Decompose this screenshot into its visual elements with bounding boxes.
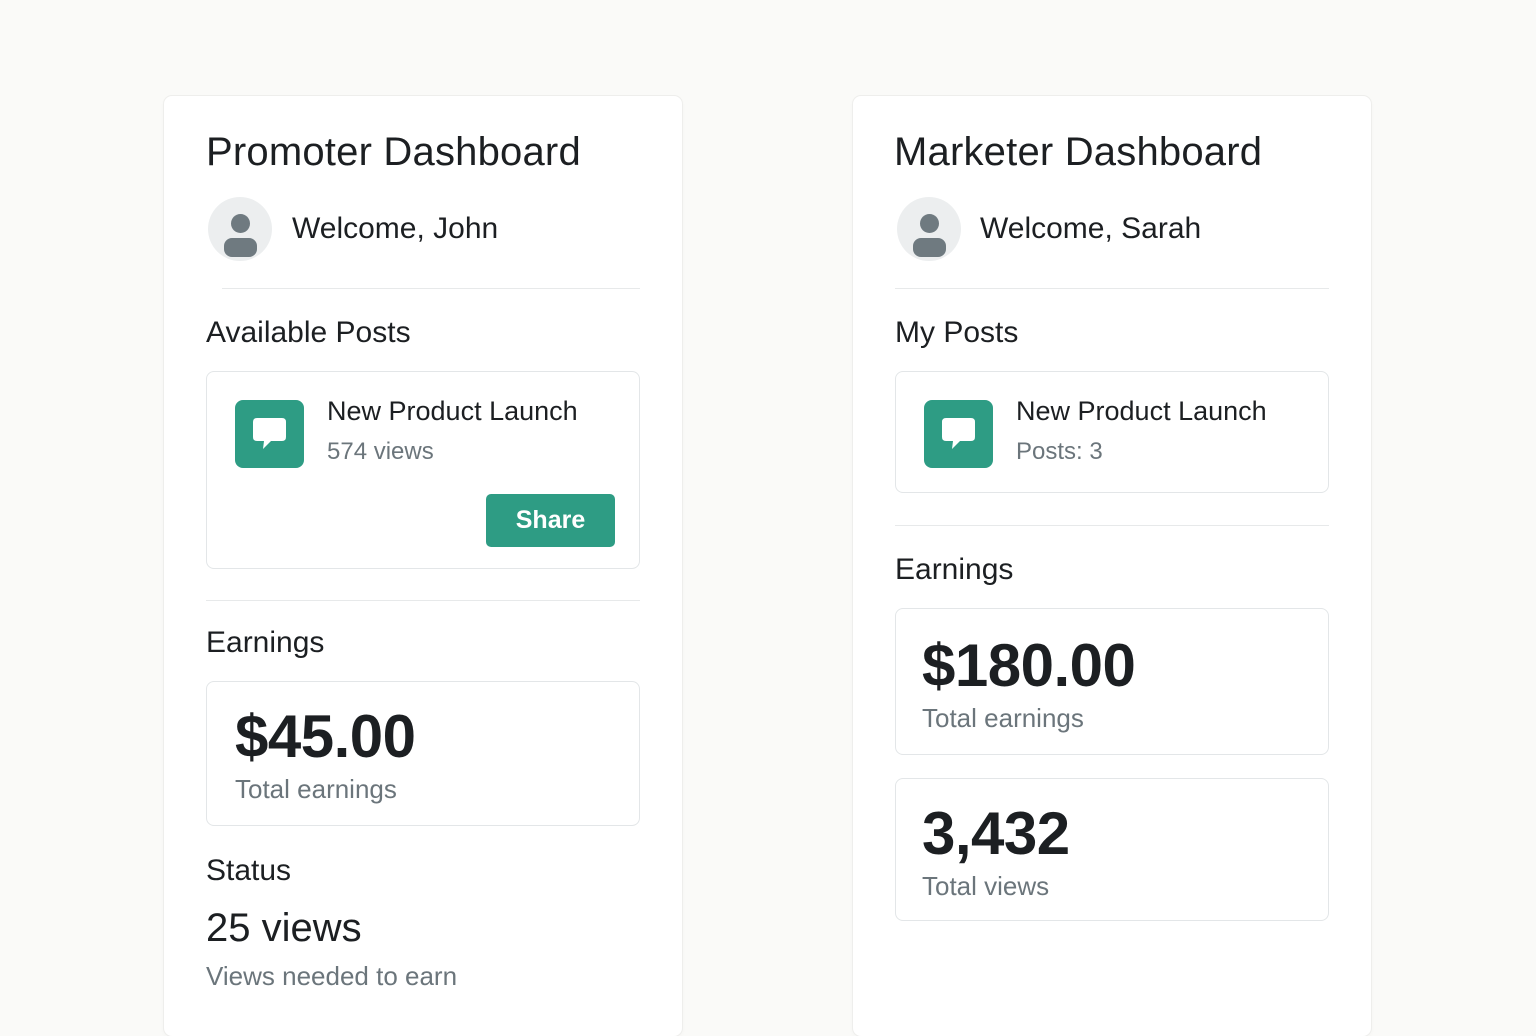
welcome-text: Welcome, Sarah xyxy=(980,212,1202,245)
post-card[interactable]: New Product Launch 574 views Share xyxy=(206,371,640,569)
divider xyxy=(222,288,640,289)
earnings-heading: Earnings xyxy=(206,626,325,659)
avatar-body xyxy=(224,238,257,257)
total-views-caption: Total views xyxy=(922,871,1050,901)
avatar xyxy=(897,197,961,261)
total-views-number: 3,432 xyxy=(922,800,1070,867)
earnings-amount: $45.00 xyxy=(235,703,416,770)
divider xyxy=(895,288,1329,289)
earnings-heading: Earnings xyxy=(895,553,1014,586)
status-heading: Status xyxy=(206,854,292,887)
divider xyxy=(206,600,640,601)
avatar xyxy=(208,197,272,261)
post-views: 574 views xyxy=(327,438,434,465)
earnings-caption: Total earnings xyxy=(922,703,1084,733)
views-card: 3,432 Total views xyxy=(895,778,1329,921)
promoter-dashboard-panel: Promoter Dashboard Welcome, John Availab… xyxy=(164,96,682,1036)
page-title: Marketer Dashboard xyxy=(894,130,1263,174)
avatar-head xyxy=(231,214,250,233)
welcome-text: Welcome, John xyxy=(292,212,499,245)
divider xyxy=(895,525,1329,526)
earnings-caption: Total earnings xyxy=(235,774,397,804)
post-count: Posts: 3 xyxy=(1016,438,1103,465)
post-card[interactable]: New Product Launch Posts: 3 xyxy=(895,371,1329,493)
page-title: Promoter Dashboard xyxy=(206,130,581,174)
status-caption: Views needed to earn xyxy=(206,961,458,991)
status-views: 25 views xyxy=(206,906,362,950)
earnings-card: $180.00 Total earnings xyxy=(895,608,1329,755)
chat-bubble-icon xyxy=(235,400,304,468)
post-title: New Product Launch xyxy=(1016,396,1267,426)
available-posts-heading: Available Posts xyxy=(206,316,411,349)
avatar-head xyxy=(920,214,939,233)
marketer-dashboard-panel: Marketer Dashboard Welcome, Sarah My Pos… xyxy=(853,96,1371,1036)
earnings-amount: $180.00 xyxy=(922,632,1136,699)
avatar-body xyxy=(913,238,946,257)
share-button[interactable]: Share xyxy=(486,494,615,547)
chat-bubble-icon xyxy=(924,400,993,468)
my-posts-heading: My Posts xyxy=(895,316,1019,349)
earnings-card: $45.00 Total earnings xyxy=(206,681,640,826)
post-title: New Product Launch xyxy=(327,396,578,426)
